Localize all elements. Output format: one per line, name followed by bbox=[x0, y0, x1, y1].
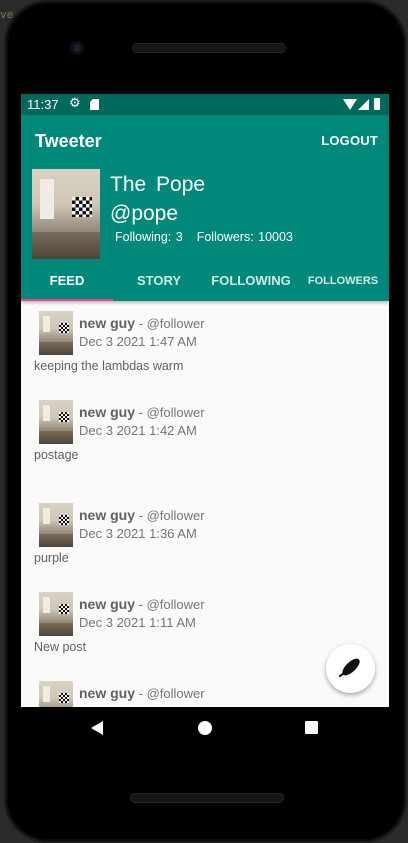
app-title: Tweeter bbox=[35, 131, 102, 151]
avatar-window bbox=[43, 316, 50, 332]
back-icon[interactable] bbox=[91, 721, 103, 735]
post-user-alias: - @follower bbox=[135, 316, 205, 331]
avatar-checkered-art bbox=[59, 323, 69, 333]
post-avatar[interactable] bbox=[39, 400, 73, 444]
tab-story[interactable]: STORY bbox=[113, 261, 205, 301]
post-body: postage bbox=[34, 448, 79, 462]
tab-feed[interactable]: FEED bbox=[21, 261, 113, 301]
post-user-name[interactable]: new guy bbox=[79, 507, 135, 523]
post-header: new guy - @follower bbox=[79, 596, 205, 612]
post-user-name[interactable]: new guy bbox=[79, 596, 135, 612]
battery-icon bbox=[374, 98, 380, 110]
avatar-window bbox=[43, 597, 50, 613]
cell-signal-icon bbox=[358, 99, 369, 110]
wifi-icon bbox=[343, 99, 357, 110]
post-user-name[interactable]: new guy bbox=[79, 404, 135, 420]
tab-followers[interactable]: FOLLOWERS bbox=[297, 261, 389, 301]
feed-item[interactable]: new guy - @follower Dec 3 2021 1:47 AM k… bbox=[21, 303, 389, 383]
avatar-checkered-art bbox=[59, 412, 69, 422]
app-screen: 11:37 ⚙ Tweeter LOGOUT The Pope @pope Fo… bbox=[21, 94, 389, 707]
post-user-alias: - @follower bbox=[135, 597, 205, 612]
profile-name: The Pope bbox=[110, 173, 206, 196]
app-bar: Tweeter LOGOUT bbox=[21, 115, 389, 165]
settings-icon: ⚙ bbox=[69, 95, 81, 110]
tab-bar: FEED STORY FOLLOWING FOLLOWERS bbox=[21, 261, 389, 301]
profile-alias: @pope bbox=[110, 202, 179, 225]
earpiece-speaker bbox=[132, 43, 286, 53]
avatar-checkered-art bbox=[59, 693, 69, 703]
avatar-floor bbox=[39, 622, 73, 636]
post-body: purple bbox=[34, 551, 69, 565]
post-header: new guy - @follower bbox=[79, 315, 205, 331]
avatar-floor bbox=[32, 232, 100, 259]
post-date: Dec 3 2021 1:47 AM bbox=[79, 334, 197, 349]
avatar-window bbox=[40, 179, 54, 219]
post-avatar[interactable] bbox=[39, 592, 73, 636]
post-user-name[interactable]: new guy bbox=[79, 315, 135, 331]
avatar-checkered-art bbox=[59, 604, 69, 614]
post-body: keeping the lambdas warm bbox=[34, 359, 184, 373]
followers-count: Followers: 10003 bbox=[196, 230, 293, 244]
post-user-alias: - @follower bbox=[135, 405, 205, 420]
post-date: Dec 3 2021 1:11 AM bbox=[79, 615, 196, 630]
status-time: 11:37 bbox=[27, 97, 59, 112]
recents-icon[interactable] bbox=[305, 721, 318, 734]
sd-card-icon bbox=[90, 99, 99, 110]
avatar-window bbox=[43, 686, 50, 702]
post-user-name[interactable]: new guy bbox=[79, 685, 135, 701]
compose-post-button[interactable] bbox=[326, 644, 375, 693]
avatar-floor bbox=[39, 533, 73, 547]
avatar-window bbox=[43, 508, 50, 524]
post-header: new guy - @follower bbox=[79, 404, 205, 420]
feed-item[interactable]: new guy - @follower Dec 3 2021 1:36 AM p… bbox=[21, 495, 389, 575]
post-date: Dec 3 2021 1:42 AM bbox=[79, 423, 197, 438]
feed-list[interactable]: new guy - @follower Dec 3 2021 1:47 AM k… bbox=[21, 301, 389, 707]
bottom-speaker bbox=[130, 793, 284, 803]
post-header: new guy - @follower bbox=[79, 507, 205, 523]
avatar-checkered-art bbox=[59, 515, 69, 525]
status-bar: 11:37 ⚙ bbox=[21, 94, 389, 115]
logout-button[interactable]: LOGOUT bbox=[321, 133, 378, 148]
post-header: new guy - @follower bbox=[79, 685, 205, 701]
post-avatar[interactable] bbox=[39, 503, 73, 547]
profile-avatar[interactable] bbox=[32, 169, 100, 259]
post-avatar[interactable] bbox=[39, 681, 73, 707]
avatar-checkered-art bbox=[72, 197, 92, 217]
home-icon[interactable] bbox=[198, 721, 212, 735]
post-avatar[interactable] bbox=[39, 311, 73, 355]
feed-item[interactable]: new guy - @follower Dec 3 2021 1:42 AM p… bbox=[21, 392, 389, 472]
following-count: Following: 3 bbox=[115, 230, 183, 244]
profile-header: The Pope @pope Following: 3 Followers: 10… bbox=[21, 165, 389, 261]
profile-counts: Following: 3 Followers: 10003 bbox=[115, 230, 293, 244]
tab-following[interactable]: FOLLOWING bbox=[205, 261, 297, 301]
front-camera bbox=[70, 41, 84, 55]
post-user-alias: - @follower bbox=[135, 686, 205, 701]
post-body: New post bbox=[34, 640, 87, 654]
avatar-window bbox=[43, 405, 50, 421]
post-user-alias: - @follower bbox=[135, 508, 205, 523]
post-date: Dec 3 2021 1:36 AM bbox=[79, 526, 197, 541]
avatar-floor bbox=[39, 341, 73, 355]
system-nav-bar bbox=[21, 707, 389, 749]
avatar-floor bbox=[39, 430, 73, 444]
